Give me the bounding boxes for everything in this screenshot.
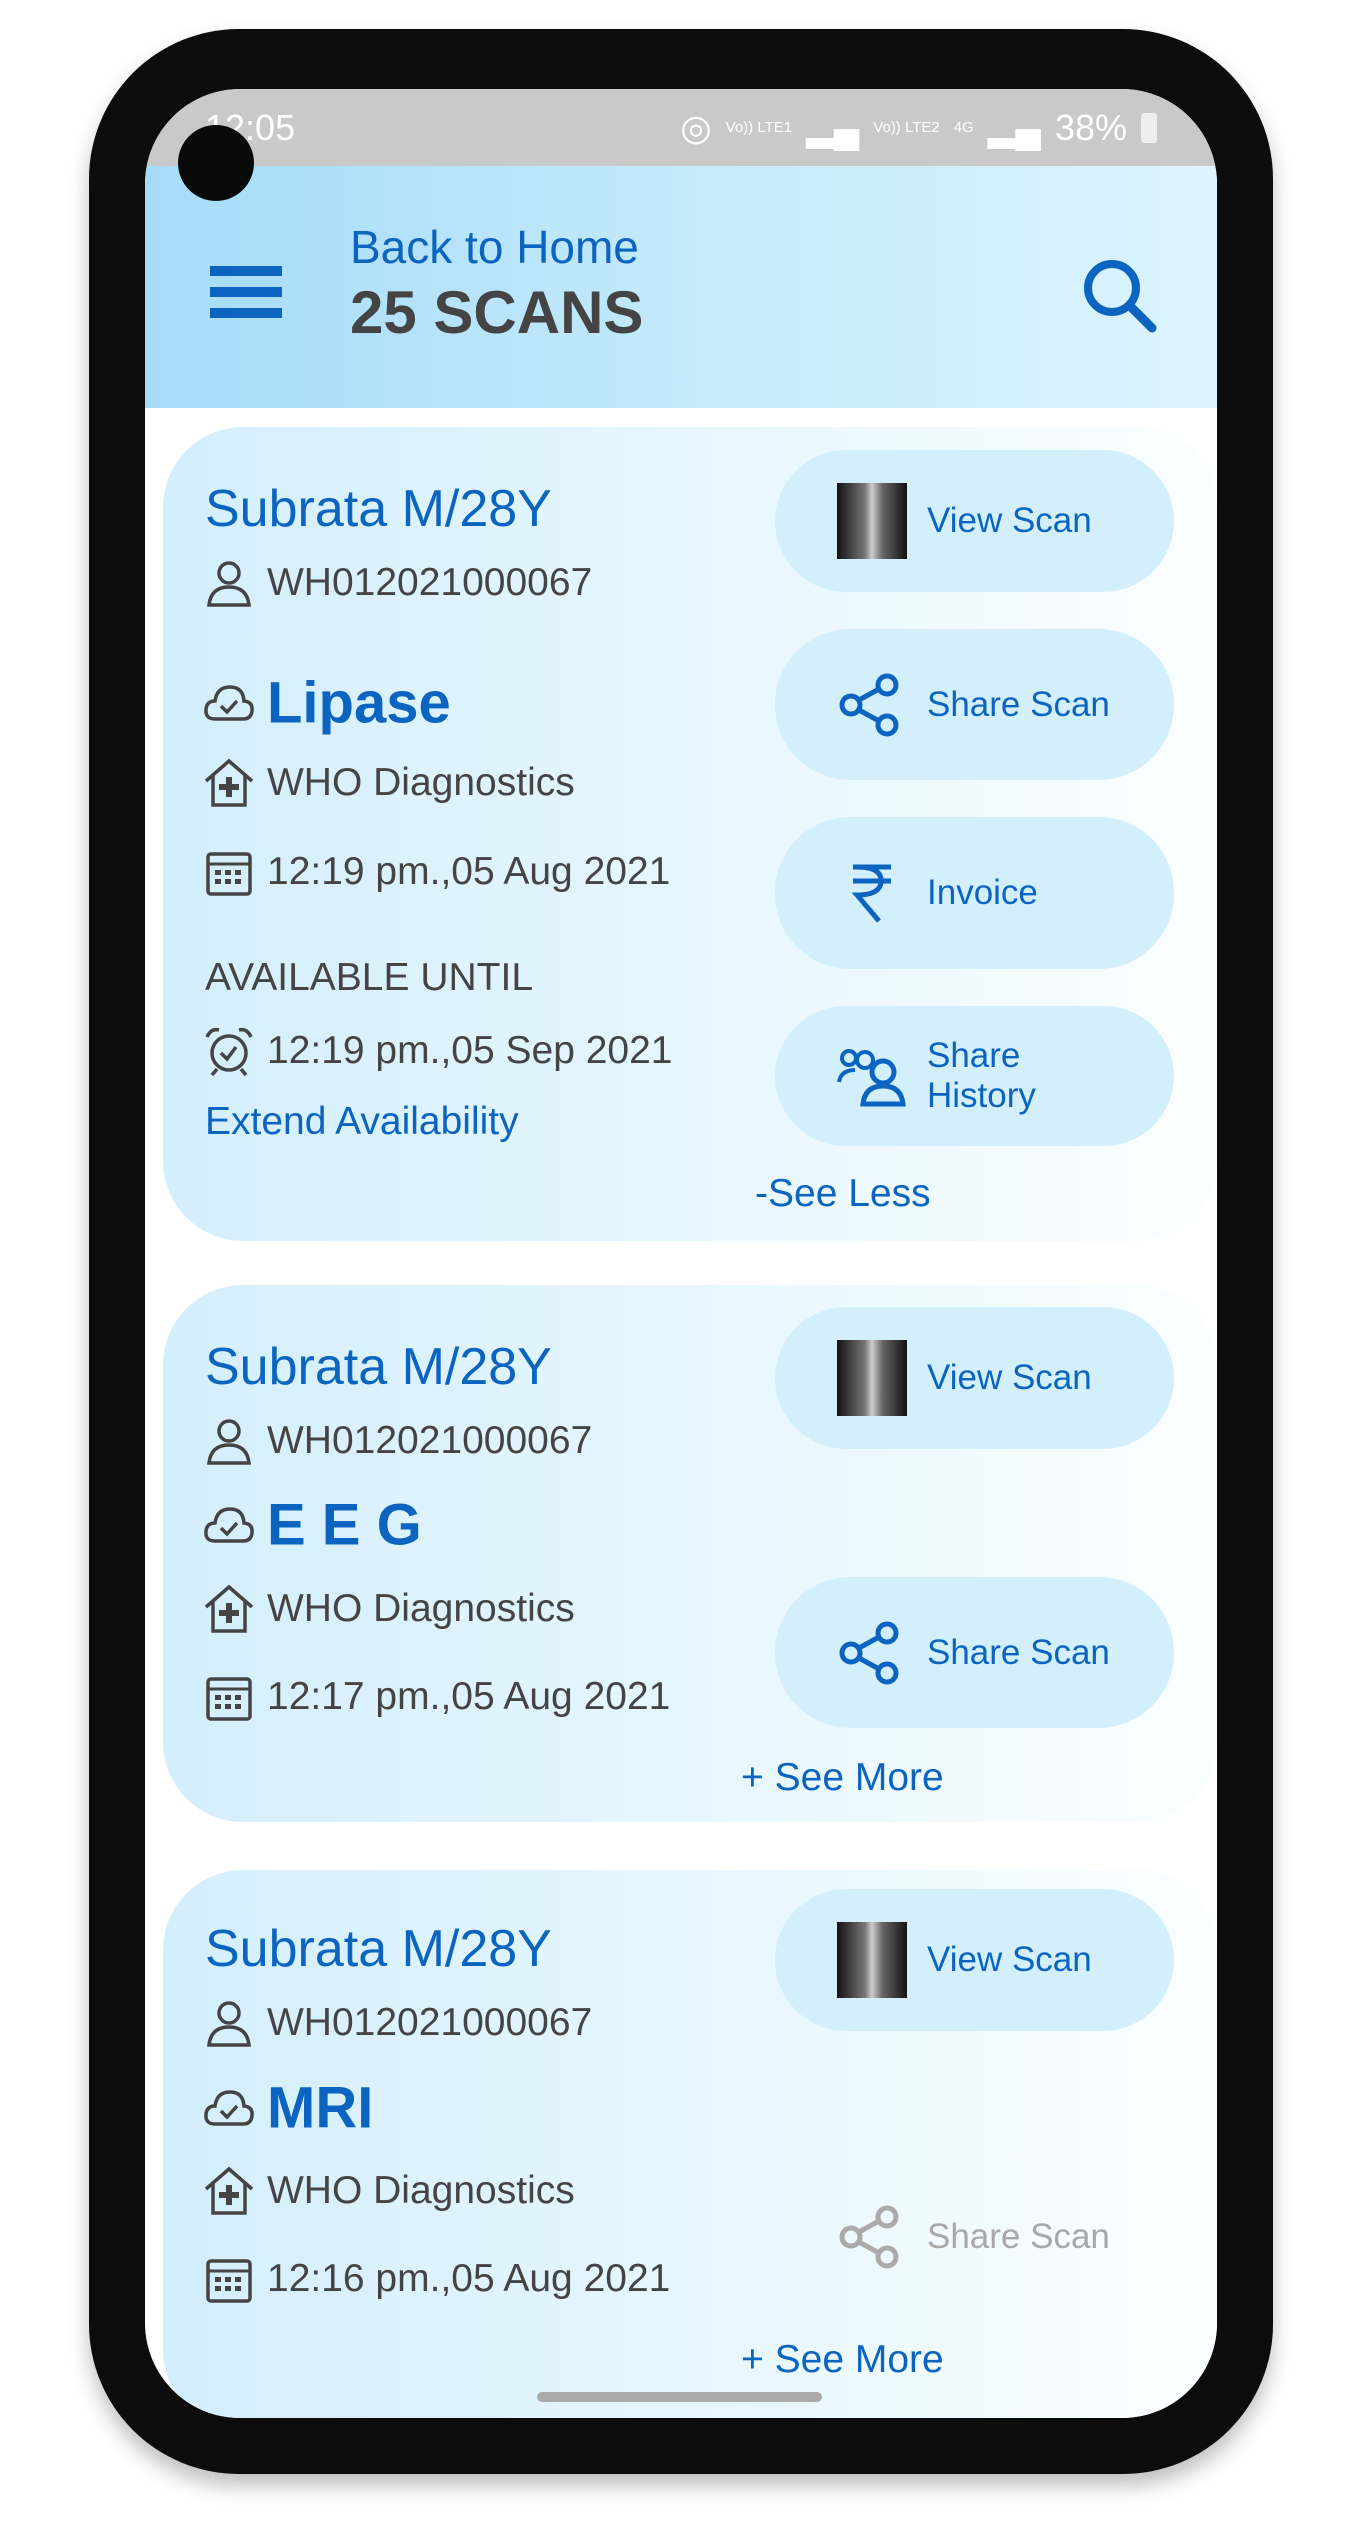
person-icon (207, 561, 251, 607)
view-scan-label: View Scan (927, 1358, 1092, 1397)
scan-datetime: 12:17 pm.,05 Aug 2021 (267, 1675, 671, 1718)
hospital-icon (204, 2166, 254, 2215)
xray-thumbnail-icon (837, 1340, 907, 1416)
test-name: Lipase (267, 670, 451, 736)
home-indicator[interactable] (537, 2392, 822, 2402)
calendar-icon (206, 852, 252, 896)
person-icon (207, 2001, 251, 2047)
share-scan-button[interactable]: Share Scan (775, 629, 1174, 780)
lab-name: WHO Diagnostics (267, 2169, 575, 2212)
rupee-icon (851, 864, 891, 923)
available-until-label: AVAILABLE UNTIL (205, 956, 534, 999)
invoice-label: Invoice (927, 873, 1038, 912)
share-scan-label: Share Scan (927, 2216, 1110, 2256)
battery-icon (1141, 113, 1157, 143)
patient-name: Subrata M/28Y (205, 1338, 552, 1396)
available-until-datetime: 12:19 pm.,05 Sep 2021 (267, 1029, 673, 1072)
back-to-home-link[interactable]: Back to Home (350, 220, 639, 274)
xray-thumbnail-icon (837, 1922, 907, 1998)
invoice-button[interactable]: Invoice (775, 817, 1174, 969)
view-scan-label: View Scan (927, 501, 1092, 540)
share-scan-label: Share Scan (927, 684, 1110, 724)
camera-cutout (178, 125, 254, 201)
page-title: 25 SCANS (350, 279, 644, 346)
users-group-icon (837, 1049, 906, 1107)
see-more-link[interactable]: + See More (741, 2338, 944, 2382)
view-scan-label: View Scan (927, 1940, 1092, 1979)
patient-name: Subrata M/28Y (205, 480, 552, 538)
lab-name: WHO Diagnostics (267, 1587, 575, 1630)
hotspot-icon: ◎ (680, 107, 712, 148)
share-icon (839, 1621, 899, 1684)
cloud-check-icon (204, 1507, 254, 1543)
share-history-label: Share History (927, 1036, 1036, 1115)
lab-name: WHO Diagnostics (267, 761, 575, 804)
patient-name: Subrata M/28Y (205, 1920, 552, 1978)
calendar-icon (206, 2259, 252, 2303)
share-icon (839, 2205, 899, 2268)
xray-thumbnail-icon (837, 483, 907, 559)
network-2: Vo)) LTE2 (873, 119, 940, 136)
scan-datetime: 12:16 pm.,05 Aug 2021 (267, 2257, 671, 2300)
calendar-icon (206, 1677, 252, 1721)
patient-id: WH012021000067 (267, 561, 593, 604)
app-header: Back to Home 25 SCANS (145, 166, 1217, 408)
view-scan-button[interactable]: View Scan (775, 1307, 1174, 1449)
test-name: MRI (267, 2075, 374, 2141)
patient-id: WH012021000067 (267, 1419, 593, 1462)
person-icon (207, 1419, 251, 1465)
search-icon[interactable] (1080, 256, 1160, 336)
signal-icon: ▂▄ (806, 107, 860, 148)
hospital-icon (204, 1584, 254, 1633)
extend-availability-link[interactable]: Extend Availability (205, 1100, 519, 1144)
scan-datetime: 12:19 pm.,05 Aug 2021 (267, 850, 671, 893)
see-less-link[interactable]: -See Less (755, 1172, 931, 1216)
net-type: 4G (953, 119, 974, 136)
status-bar: 12:05 ◎ Vo)) LTE1 ▂▄ Vo)) LTE2 4G ▂▄ 38% (145, 89, 1217, 166)
alarm-clock-icon (205, 1027, 253, 1077)
signal-icon: ▂▄ (987, 107, 1041, 148)
view-scan-button[interactable]: View Scan (775, 1889, 1174, 2031)
share-scan-button-disabled: Share Scan (775, 2161, 1174, 2312)
patient-id: WH012021000067 (267, 2001, 593, 2044)
share-scan-label: Share Scan (927, 1632, 1110, 1672)
share-history-button[interactable]: Share History (775, 1006, 1174, 1146)
cloud-check-icon (204, 2090, 254, 2126)
scan-card: Subrata M/28Y WH012021000067 E E G WHO D… (163, 1285, 1217, 1822)
network-1: Vo)) LTE1 (725, 119, 793, 136)
share-icon (839, 673, 899, 736)
test-name: E E G (267, 1492, 422, 1558)
view-scan-button[interactable]: View Scan (775, 450, 1174, 592)
battery-level: 38% (1054, 107, 1127, 148)
see-more-link[interactable]: + See More (741, 1756, 944, 1800)
share-scan-button[interactable]: Share Scan (775, 1577, 1174, 1728)
scan-card: Subrata M/28Y WH012021000067 Lipase WHO … (163, 427, 1217, 1241)
hospital-icon (204, 758, 254, 807)
hamburger-icon[interactable] (210, 266, 282, 318)
scan-card: Subrata M/28Y WH012021000067 MRI WHO Dia… (163, 1870, 1217, 2418)
cloud-check-icon (204, 685, 254, 721)
screen: 12:05 ◎ Vo)) LTE1 ▂▄ Vo)) LTE2 4G ▂▄ 38%… (145, 89, 1217, 2418)
